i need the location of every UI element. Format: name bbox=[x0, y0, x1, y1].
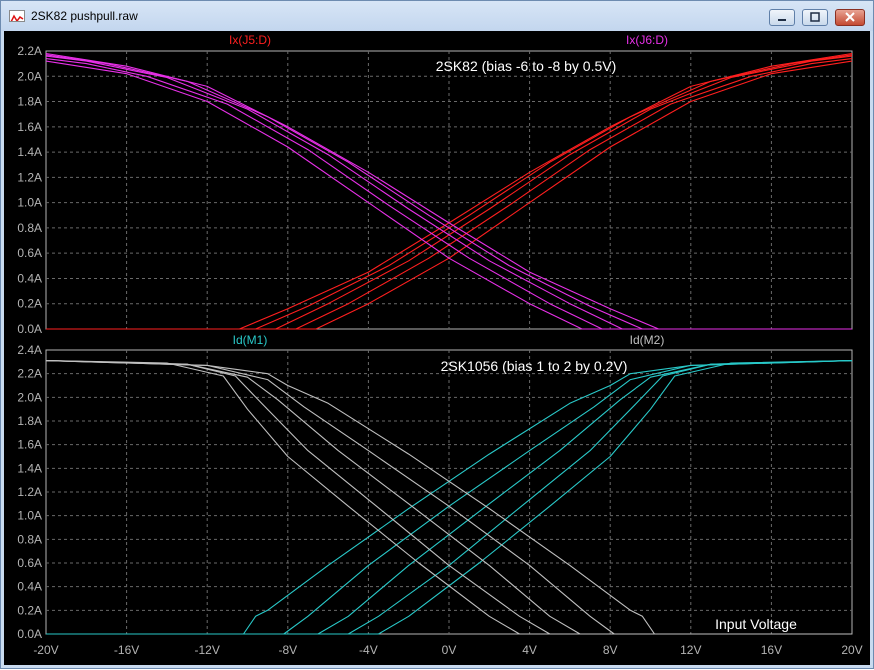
y-tick-label: 0.4A bbox=[17, 580, 42, 594]
y-tick-label: 1.8A bbox=[17, 414, 42, 428]
x-tick-label: 12V bbox=[680, 643, 701, 657]
x-tick-label: 8V bbox=[603, 643, 618, 657]
y-tick-label: 1.8A bbox=[17, 95, 42, 109]
y-tick-label: 1.0A bbox=[17, 196, 42, 210]
x-tick-label: 0V bbox=[442, 643, 457, 657]
x-tick-label: -20V bbox=[33, 643, 58, 657]
bottom-y-tick-labels: 0.0A 0.2A 0.4A 0.6A 0.8A 1.0A 1.2A 1.4A 1.6A 1.8A… bbox=[17, 343, 42, 641]
y-tick-label: 2.2A bbox=[17, 367, 42, 381]
y-tick-label: 2.2A bbox=[17, 44, 42, 58]
x-tick-label: -16V bbox=[114, 643, 139, 657]
x-tick-label: -12V bbox=[195, 643, 220, 657]
minimize-icon bbox=[778, 19, 786, 21]
top-y-tick-labels: 0.0A 0.2A 0.4A 0.6A 0.8A 1.0A 1.2A 1.4A 1.6A 1.8A… bbox=[17, 44, 42, 336]
trace-label-id-m2[interactable]: Id(M2) bbox=[630, 333, 665, 347]
plot-canvas[interactable]: 0.0A 0.2A 0.4A 0.6A 0.8A 1.0A 1.2A 1.4A 1.6A 1.8A… bbox=[4, 31, 870, 665]
close-button[interactable] bbox=[835, 9, 865, 26]
y-tick-label: 0.2A bbox=[17, 297, 42, 311]
x-tick-label: -8V bbox=[278, 643, 297, 657]
waveform-app-icon bbox=[9, 10, 25, 22]
y-tick-label: 0.6A bbox=[17, 246, 42, 260]
trace-label-id-m1[interactable]: Id(M1) bbox=[233, 333, 268, 347]
top-plot-grid bbox=[46, 51, 852, 329]
plot-area[interactable]: 0.0A 0.2A 0.4A 0.6A 0.8A 1.0A 1.2A 1.4A 1.6A 1.8A… bbox=[4, 31, 870, 665]
top-plot-annotation: 2SK82 (bias -6 to -8 by 0.5V) bbox=[436, 58, 617, 74]
y-tick-label: 1.6A bbox=[17, 438, 42, 452]
y-tick-label: 1.2A bbox=[17, 485, 42, 499]
close-icon bbox=[845, 12, 855, 22]
maximize-icon bbox=[810, 12, 820, 22]
x-tick-labels: -20V -16V -12V -8V -4V 0V 4V 8V 12V 16V 20V bbox=[33, 643, 862, 657]
bottom-plot-grid bbox=[46, 350, 852, 634]
y-tick-label: 1.6A bbox=[17, 120, 42, 134]
y-tick-label: 2.0A bbox=[17, 390, 42, 404]
x-tick-label: 20V bbox=[841, 643, 862, 657]
top-plot-pane[interactable]: 0.0A 0.2A 0.4A 0.6A 0.8A 1.0A 1.2A 1.4A 1.6A 1.8A… bbox=[17, 33, 853, 336]
y-tick-label: 1.4A bbox=[17, 461, 42, 475]
y-tick-label: 0.8A bbox=[17, 532, 42, 546]
x-axis-label: Input Voltage bbox=[715, 616, 797, 632]
y-tick-label: 0.8A bbox=[17, 221, 42, 235]
y-tick-label: 2.4A bbox=[17, 343, 42, 357]
title-bar[interactable]: 2SK82 pushpull.raw bbox=[1, 1, 873, 31]
y-tick-label: 0.4A bbox=[17, 271, 42, 285]
bottom-plot-annotation: 2SK1056 (bias 1 to 2 by 0.2V) bbox=[441, 358, 628, 374]
y-tick-label: 1.0A bbox=[17, 509, 42, 523]
y-tick-label: 1.2A bbox=[17, 170, 42, 184]
minimize-button[interactable] bbox=[769, 9, 795, 26]
trace-ix-j5-d bbox=[46, 55, 853, 330]
trace-label-ix-j6[interactable]: Ix(J6:D) bbox=[626, 33, 668, 47]
y-tick-label: 0.0A bbox=[17, 322, 42, 336]
x-tick-label: -4V bbox=[359, 643, 378, 657]
bottom-plot-pane[interactable]: 0.0A 0.2A 0.4A 0.6A 0.8A 1.0A 1.2A 1.4A 1.6A 1.8A… bbox=[17, 333, 862, 657]
x-tick-label: 16V bbox=[761, 643, 782, 657]
y-tick-label: 0.0A bbox=[17, 627, 42, 641]
y-tick-label: 0.6A bbox=[17, 556, 42, 570]
y-tick-label: 1.4A bbox=[17, 145, 42, 159]
waveform-viewer-window: 2SK82 pushpull.raw 0.0A 0.2A 0.4A 0.6A 0.8A 1… bbox=[0, 0, 874, 669]
trace-ix-j6-d bbox=[45, 55, 852, 330]
y-tick-label: 2.0A bbox=[17, 69, 42, 83]
maximize-button[interactable] bbox=[802, 9, 828, 26]
y-tick-label: 0.2A bbox=[17, 603, 42, 617]
trace-label-ix-j5[interactable]: Ix(J5:D) bbox=[229, 33, 271, 47]
window-title: 2SK82 pushpull.raw bbox=[31, 9, 138, 23]
x-tick-label: 4V bbox=[522, 643, 537, 657]
